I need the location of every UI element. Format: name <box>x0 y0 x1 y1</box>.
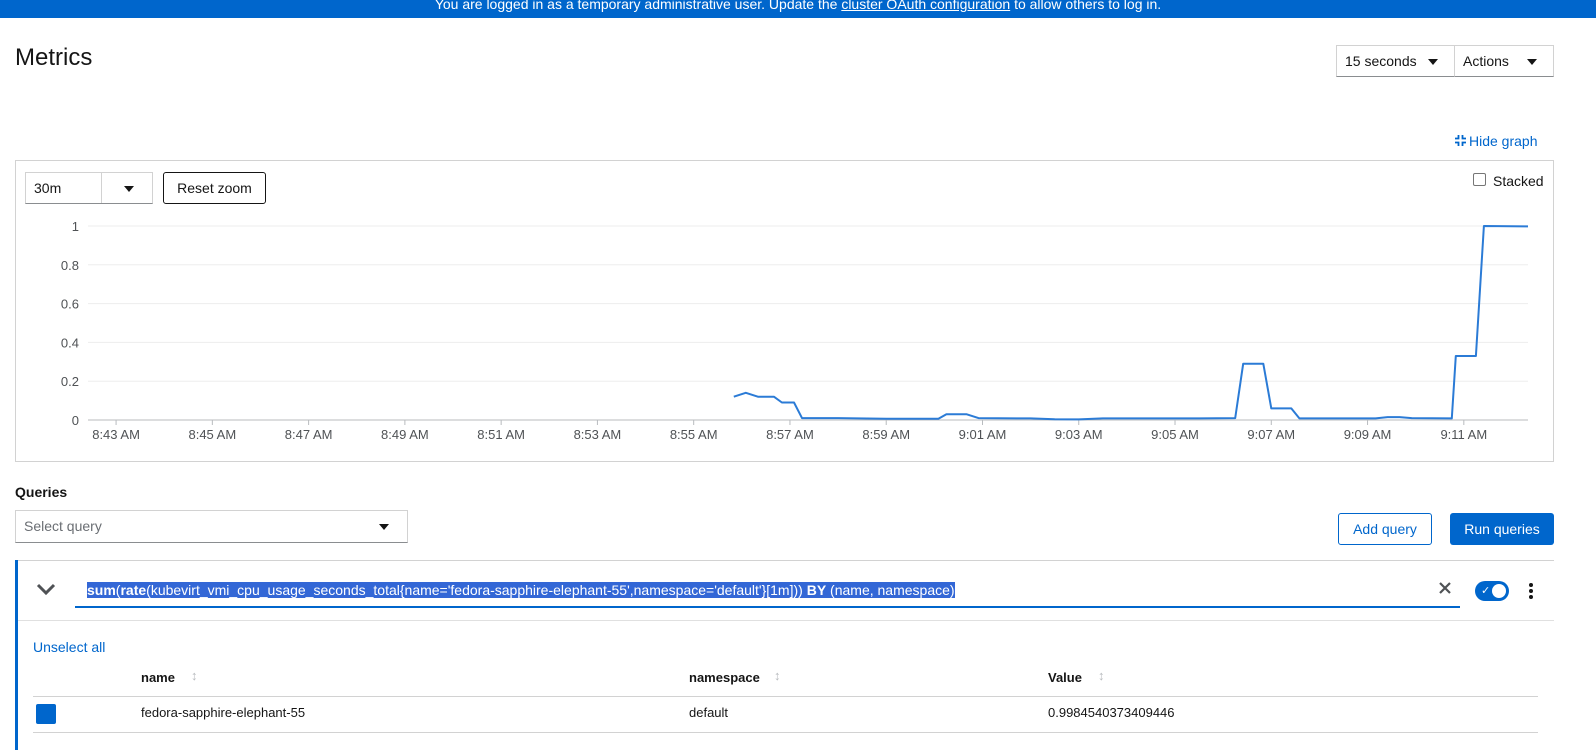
query-expression-text: sum(rate(kubevirt_vmi_cpu_usage_seconds_… <box>87 582 955 598</box>
chevron-down-icon[interactable] <box>36 582 56 596</box>
select-divider <box>101 173 102 203</box>
column-header-name[interactable]: name <box>141 670 175 685</box>
actions-dropdown[interactable]: Actions <box>1454 45 1554 77</box>
hide-graph-label: Hide graph <box>1469 133 1538 149</box>
clear-query-icon[interactable] <box>1438 581 1452 595</box>
queries-label: Queries <box>15 484 68 500</box>
caret-down-icon <box>1527 59 1537 65</box>
banner-text-before: You are logged in as a temporary adminis… <box>434 0 842 12</box>
select-query-dropdown[interactable]: Select query <box>15 510 408 543</box>
caret-down-icon <box>124 186 134 192</box>
query-panel-accent <box>15 560 18 750</box>
time-range-value: 30m <box>34 180 62 196</box>
sort-icon[interactable]: ↕ <box>774 668 781 683</box>
table-row-divider <box>33 732 1538 733</box>
reset-zoom-button[interactable]: Reset zoom <box>163 172 266 204</box>
caret-down-icon <box>1428 59 1438 65</box>
column-header-value[interactable]: Value <box>1048 670 1082 685</box>
time-range-select[interactable]: 30m <box>25 172 153 204</box>
graph-card <box>15 160 1554 462</box>
unselect-all-button[interactable]: Unselect all <box>33 639 105 655</box>
refresh-interval-value: 15 seconds <box>1345 53 1417 69</box>
actions-label: Actions <box>1463 53 1509 69</box>
compress-icon <box>1455 135 1466 146</box>
stacked-checkbox[interactable] <box>1473 173 1486 186</box>
cell-value: 0.9984540373409446 <box>1048 705 1175 720</box>
column-header-namespace[interactable]: namespace <box>689 670 760 685</box>
stacked-label: Stacked <box>1493 173 1544 189</box>
cell-name: fedora-sapphire-elephant-55 <box>141 705 306 720</box>
kebab-menu-icon[interactable] <box>1526 581 1536 601</box>
page-title: Metrics <box>15 44 93 71</box>
caret-down-icon <box>379 524 389 530</box>
series-color-swatch[interactable] <box>36 704 56 724</box>
run-queries-button[interactable]: Run queries <box>1450 513 1554 545</box>
refresh-interval-select[interactable]: 15 seconds <box>1336 45 1455 77</box>
sort-icon[interactable]: ↕ <box>191 668 198 683</box>
toggle-knob <box>1492 584 1506 598</box>
admin-banner: You are logged in as a temporary adminis… <box>0 0 1596 18</box>
add-query-button[interactable]: Add query <box>1338 513 1432 545</box>
sort-icon[interactable]: ↕ <box>1098 668 1105 683</box>
hide-graph-button[interactable]: Hide graph <box>1454 133 1538 149</box>
query-expression-input[interactable]: sum(rate(kubevirt_vmi_cpu_usage_seconds_… <box>75 572 1460 608</box>
query-enable-toggle[interactable]: ✓ <box>1475 581 1509 601</box>
banner-text-after: to allow others to log in. <box>1010 0 1162 12</box>
oauth-config-link[interactable]: cluster OAuth configuration <box>841 0 1010 12</box>
cell-namespace: default <box>689 705 729 720</box>
select-query-placeholder: Select query <box>24 518 102 534</box>
query-header-divider <box>18 620 1554 621</box>
check-icon: ✓ <box>1481 585 1491 597</box>
table-header-divider <box>33 696 1538 697</box>
